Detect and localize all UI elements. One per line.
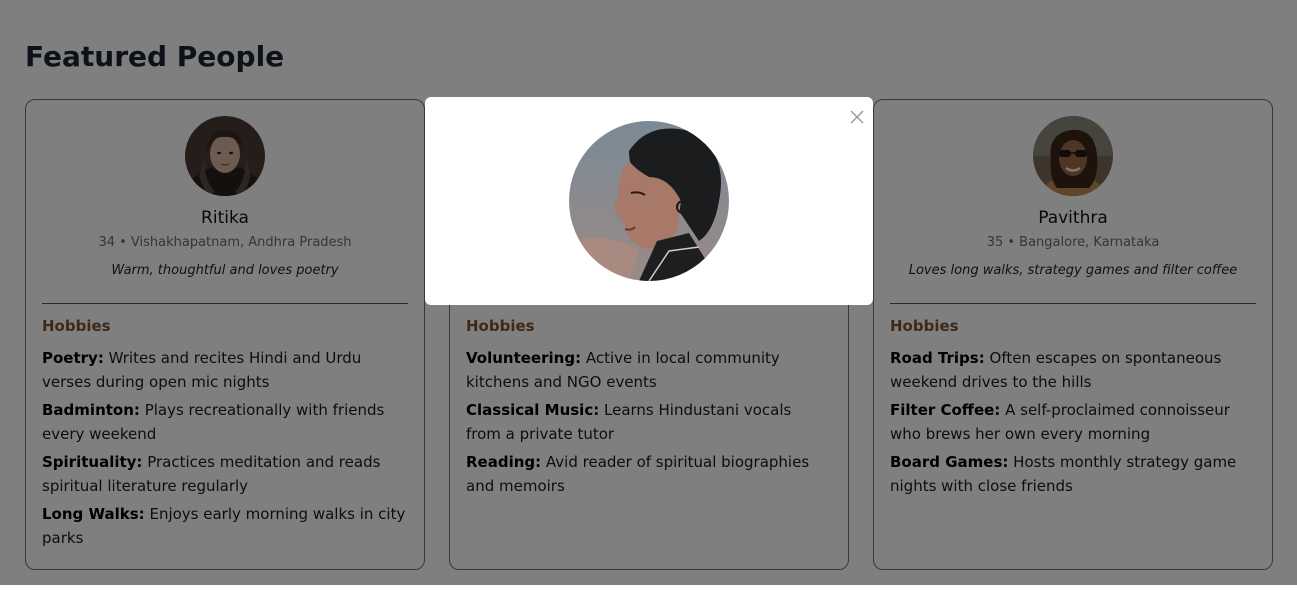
modal-avatar-image [569, 121, 729, 281]
image-preview-modal [425, 97, 873, 305]
close-icon[interactable] [847, 107, 867, 127]
